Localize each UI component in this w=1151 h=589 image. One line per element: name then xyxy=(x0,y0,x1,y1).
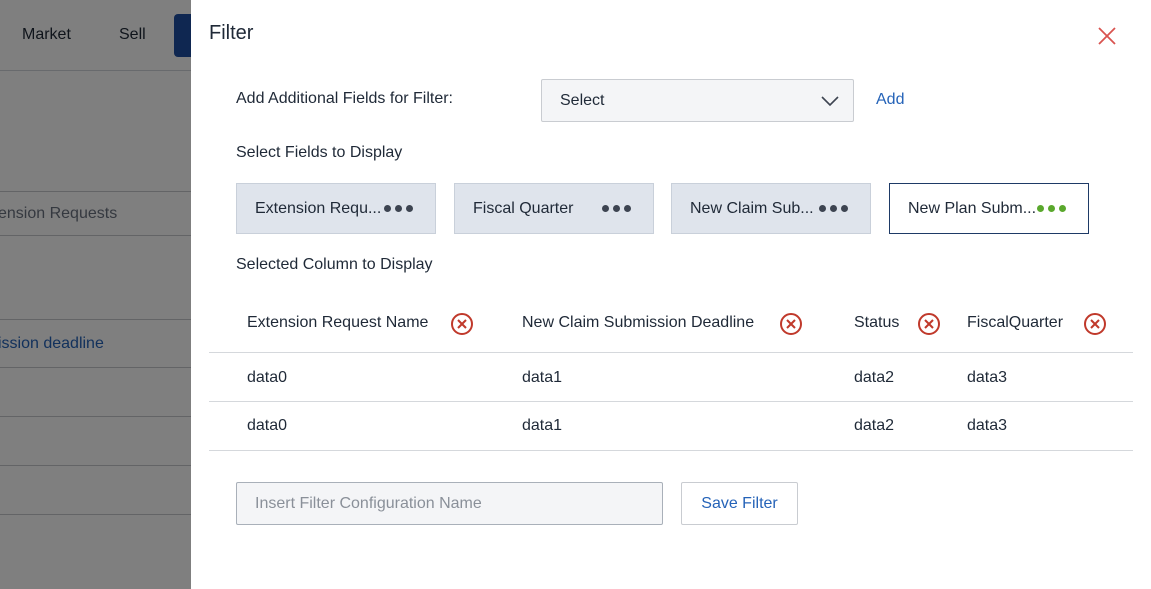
select-fields-label: Select Fields to Display xyxy=(236,144,403,161)
remove-circle-icon[interactable] xyxy=(779,312,803,336)
chip-label: New Plan Subm... xyxy=(908,199,1037,217)
remove-circle-icon[interactable] xyxy=(1083,312,1107,336)
drawer-title: Filter xyxy=(209,22,254,44)
field-chip-new-claim-submission[interactable]: New Claim Sub... xyxy=(671,183,871,234)
field-select[interactable]: Select xyxy=(541,79,854,122)
close-icon[interactable] xyxy=(1096,25,1118,47)
more-dots-icon[interactable] xyxy=(819,205,848,212)
table-cell: data1 xyxy=(522,369,563,386)
chip-label: Extension Requ... xyxy=(255,199,382,217)
table-cell: data2 xyxy=(854,369,895,386)
table-cell: data0 xyxy=(247,417,288,434)
remove-circle-icon[interactable] xyxy=(917,312,941,336)
more-dots-icon[interactable] xyxy=(384,205,413,212)
more-dots-icon[interactable] xyxy=(602,205,631,212)
column-header-fiscal-quarter: FiscalQuarter xyxy=(967,314,1064,331)
table-cell: data0 xyxy=(247,369,288,386)
chip-label: New Claim Sub... xyxy=(690,199,814,217)
column-header-status: Status xyxy=(854,314,900,331)
chip-label: Fiscal Quarter xyxy=(473,199,574,217)
table-cell: data3 xyxy=(967,369,1008,386)
add-field-link[interactable]: Add xyxy=(876,91,904,109)
table-cell: data1 xyxy=(522,417,563,434)
column-header-extension-request-name: Extension Request Name xyxy=(247,314,429,331)
more-dots-icon[interactable] xyxy=(1037,205,1066,212)
field-select-value: Select xyxy=(560,91,605,109)
field-chip-extension-request[interactable]: Extension Requ... xyxy=(236,183,436,234)
column-header-new-claim-submission-deadline: New Claim Submission Deadline xyxy=(522,314,755,331)
save-filter-button[interactable]: Save Filter xyxy=(681,482,798,525)
filter-config-name-input[interactable] xyxy=(236,482,663,525)
field-chip-fiscal-quarter[interactable]: Fiscal Quarter xyxy=(454,183,654,234)
remove-circle-icon[interactable] xyxy=(450,312,474,336)
filter-drawer: Filter Add Additional Fields for Filter:… xyxy=(191,0,1151,589)
selected-columns-label: Selected Column to Display xyxy=(236,256,433,273)
add-fields-label: Add Additional Fields for Filter: xyxy=(236,90,453,107)
table-divider xyxy=(209,450,1133,451)
table-cell: data3 xyxy=(967,417,1008,434)
field-chip-new-plan-submission[interactable]: New Plan Subm... xyxy=(889,183,1089,234)
table-divider xyxy=(209,401,1133,402)
table-divider xyxy=(209,352,1133,353)
table-cell: data2 xyxy=(854,417,895,434)
chevron-down-icon xyxy=(821,96,839,107)
modal-overlay[interactable] xyxy=(0,0,191,589)
